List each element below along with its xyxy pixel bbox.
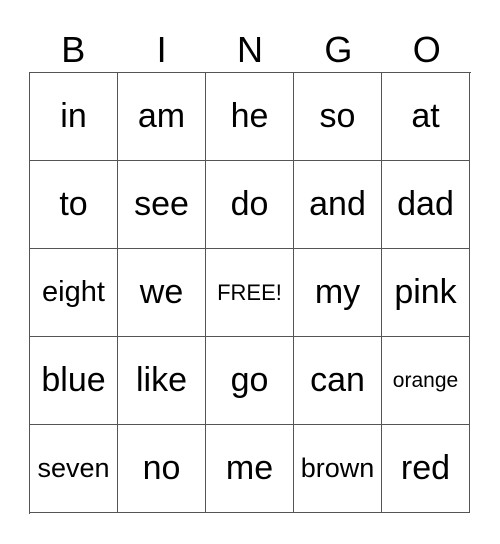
bingo-cell[interactable]: seven bbox=[30, 425, 118, 513]
bingo-cell[interactable]: am bbox=[118, 73, 206, 161]
bingo-cell[interactable]: at bbox=[382, 73, 470, 161]
bingo-cell[interactable]: pink bbox=[382, 249, 470, 337]
header-letter-n: N bbox=[236, 29, 263, 70]
bingo-cell[interactable]: to bbox=[30, 161, 118, 249]
bingo-cell[interactable]: so bbox=[294, 73, 382, 161]
bingo-cell[interactable]: brown bbox=[294, 425, 382, 513]
bingo-cell[interactable]: my bbox=[294, 249, 382, 337]
header-letter-g: G bbox=[324, 29, 353, 70]
bingo-cell[interactable]: orange bbox=[382, 337, 470, 425]
bingo-cell[interactable]: he bbox=[206, 73, 294, 161]
bingo-cell[interactable]: go bbox=[206, 337, 294, 425]
header-letter-b: B bbox=[61, 29, 86, 70]
bingo-cell[interactable]: me bbox=[206, 425, 294, 513]
bingo-cell[interactable]: we bbox=[118, 249, 206, 337]
bingo-cell[interactable]: and bbox=[294, 161, 382, 249]
bingo-cell[interactable]: no bbox=[118, 425, 206, 513]
bingo-cell[interactable]: red bbox=[382, 425, 470, 513]
header-letter-o: O bbox=[412, 29, 441, 70]
bingo-cell[interactable]: in bbox=[30, 73, 118, 161]
bingo-header: B I N G O bbox=[29, 28, 471, 72]
bingo-cell[interactable]: dad bbox=[382, 161, 470, 249]
bingo-cell[interactable]: like bbox=[118, 337, 206, 425]
bingo-cell[interactable]: see bbox=[118, 161, 206, 249]
bingo-cell[interactable]: can bbox=[294, 337, 382, 425]
free-space-cell[interactable]: FREE! bbox=[206, 249, 294, 337]
bingo-cell[interactable]: eight bbox=[30, 249, 118, 337]
bingo-grid: in am he so at to see do and dad eight w… bbox=[29, 72, 471, 514]
bingo-cell[interactable]: blue bbox=[30, 337, 118, 425]
header-letter-i: I bbox=[156, 29, 167, 70]
bingo-cell[interactable]: do bbox=[206, 161, 294, 249]
